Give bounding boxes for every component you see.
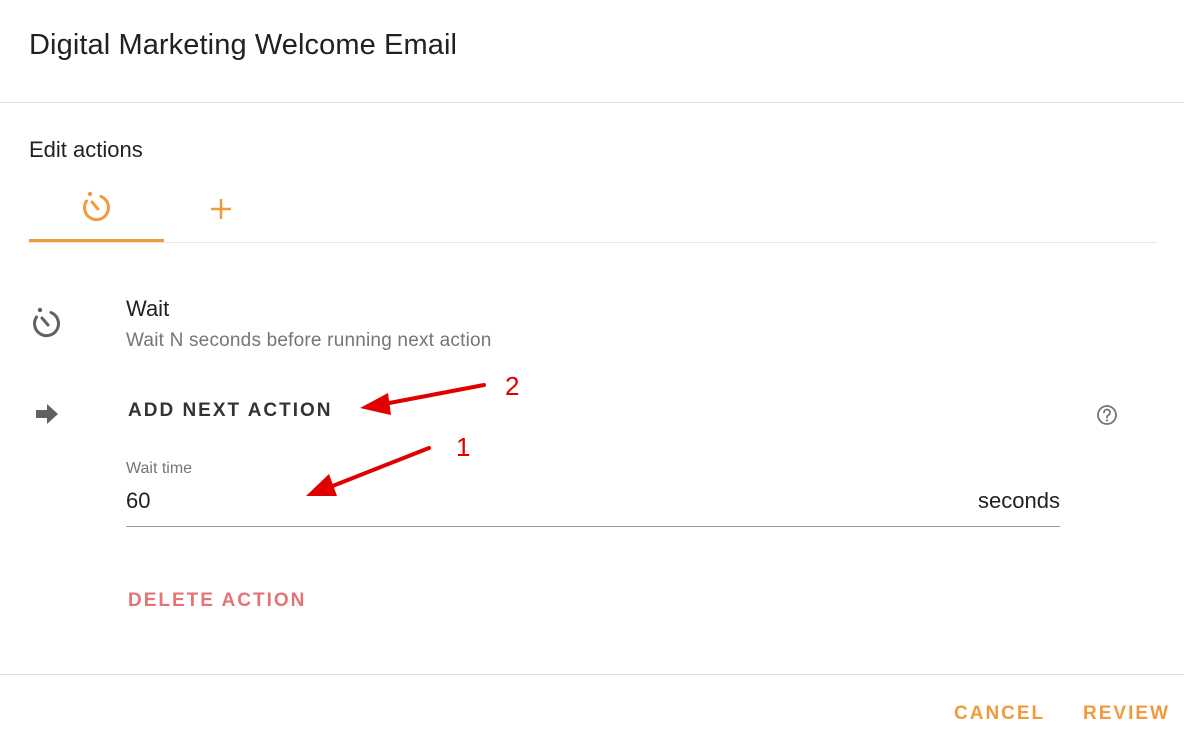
annotation-number-1: 1 xyxy=(456,432,471,462)
add-next-action-button[interactable]: ADD NEXT ACTION xyxy=(128,400,333,422)
cancel-button[interactable]: CANCEL xyxy=(954,703,1045,725)
tab-add-action[interactable] xyxy=(164,180,277,242)
wait-time-field: seconds xyxy=(126,484,1060,527)
arrow-right-icon xyxy=(34,403,60,430)
timer-icon xyxy=(80,190,114,229)
dialog-title: Digital Marketing Welcome Email xyxy=(29,29,458,61)
tab-wait[interactable] xyxy=(29,180,164,242)
next-action-row: ADD NEXT ACTION xyxy=(0,396,1184,432)
annotation-arrows xyxy=(306,383,486,496)
action-title: Wait xyxy=(126,296,170,321)
action-tabs xyxy=(29,180,1157,243)
plus-icon xyxy=(208,196,234,227)
dialog-header: Digital Marketing Welcome Email xyxy=(0,0,1184,103)
annotation-number-2: 2 xyxy=(505,371,520,401)
review-button[interactable]: REVIEW xyxy=(1083,703,1170,725)
wait-time-label: Wait time xyxy=(126,460,193,477)
help-circle-icon[interactable] xyxy=(1096,404,1118,431)
section-label: Edit actions xyxy=(29,137,143,162)
dialog-footer: CANCEL REVIEW xyxy=(0,674,1184,748)
timer-icon xyxy=(30,306,64,345)
wait-time-unit: seconds xyxy=(978,488,1060,513)
wait-time-input[interactable] xyxy=(126,484,926,518)
action-description: Wait N seconds before running next actio… xyxy=(126,330,492,351)
delete-action-button[interactable]: DELETE ACTION xyxy=(128,590,306,612)
